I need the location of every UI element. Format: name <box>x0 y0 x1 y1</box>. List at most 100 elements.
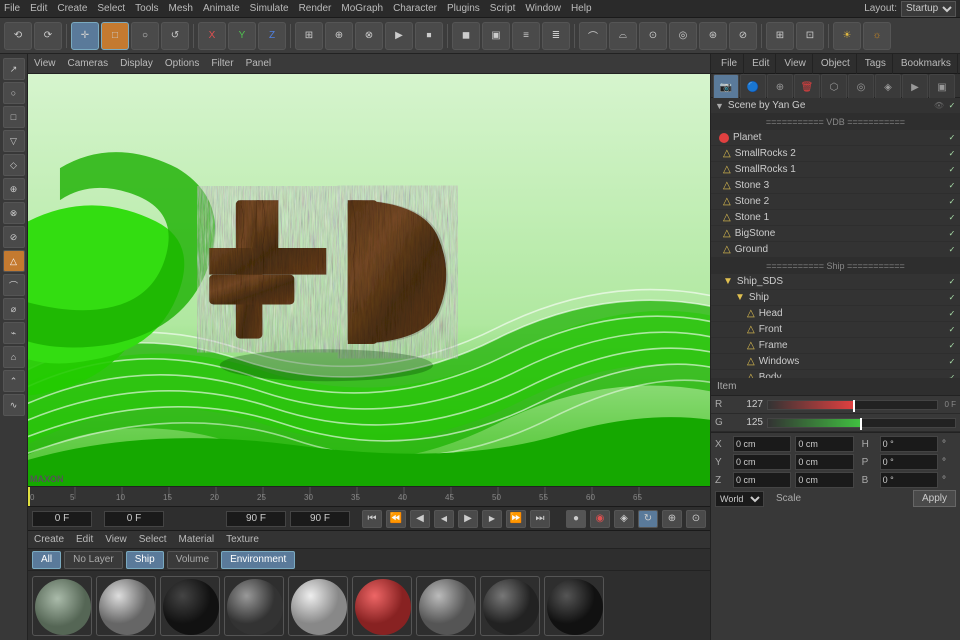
tree-item-ground[interactable]: △ Ground ✓ <box>711 242 960 258</box>
y-axis-btn[interactable]: Y <box>228 22 256 50</box>
vp-menu-display[interactable]: Display <box>120 58 153 69</box>
right-tab-edit[interactable]: Edit <box>746 54 776 74</box>
spline5-btn[interactable]: ⊛ <box>699 22 727 50</box>
menu-simulate[interactable]: Simulate <box>250 3 289 14</box>
left-tool-wave[interactable]: ∿ <box>3 394 25 416</box>
menu-create[interactable]: Create <box>57 3 87 14</box>
vis-eye[interactable]: 👁 <box>933 100 945 112</box>
tree-item-front[interactable]: △ Front ✓ <box>711 322 960 338</box>
vp-menu-cameras[interactable]: Cameras <box>68 58 109 69</box>
apply-button[interactable]: Apply <box>913 490 956 507</box>
cam1-btn[interactable]: ◼ <box>452 22 480 50</box>
vp-menu-panel[interactable]: Panel <box>246 58 272 69</box>
material-swatch-8[interactable] <box>480 576 540 636</box>
material-swatch-6[interactable] <box>352 576 412 636</box>
p-field[interactable]: 0 ° <box>880 454 938 470</box>
left-tool-fill[interactable]: △ <box>3 250 25 272</box>
left-tool-mag[interactable]: ⌀ <box>3 298 25 320</box>
transport-prev-btn[interactable]: ◀ <box>410 510 430 528</box>
material-swatch-4[interactable] <box>224 576 284 636</box>
r-icon-group[interactable]: ▣ <box>929 74 955 100</box>
z2-pos-field[interactable]: 0 cm <box>795 472 853 488</box>
x-axis-btn[interactable]: X <box>198 22 226 50</box>
z-pos-field[interactable]: 0 cm <box>733 472 791 488</box>
r-icon-geo[interactable]: ⬡ <box>821 74 847 100</box>
menu-file[interactable]: File <box>4 3 20 14</box>
light1-btn[interactable]: ☀ <box>833 22 861 50</box>
obj1-btn[interactable]: ⊞ <box>295 22 323 50</box>
material-swatch-9[interactable] <box>544 576 604 636</box>
material-swatch-5[interactable] <box>288 576 348 636</box>
left-tool-brush[interactable]: ⌒ <box>3 274 25 296</box>
left-tool-poly[interactable]: ◇ <box>3 154 25 176</box>
vis-check-s1[interactable]: ✓ <box>946 212 958 224</box>
mat-menu-edit[interactable]: Edit <box>76 534 93 545</box>
tree-item-ship-sds[interactable]: ▼ Ship_SDS ✓ <box>711 274 960 290</box>
obj4-btn[interactable]: ▶ <box>385 22 413 50</box>
r-icon-anim[interactable]: ▶ <box>902 74 928 100</box>
tree-item-ship[interactable]: ▼ Ship ✓ <box>711 290 960 306</box>
redo-btn[interactable]: ⟳ <box>34 22 62 50</box>
vp-menu-view[interactable]: View <box>34 58 56 69</box>
obj3-btn[interactable]: ⊗ <box>355 22 383 50</box>
transport-prev-frame-btn[interactable]: ◀ <box>434 510 454 528</box>
menu-tools[interactable]: Tools <box>135 3 158 14</box>
h-field[interactable]: 0 ° <box>880 436 938 452</box>
spline4-btn[interactable]: ◎ <box>669 22 697 50</box>
tree-item-head[interactable]: △ Head ✓ <box>711 306 960 322</box>
left-tool-tri[interactable]: ▽ <box>3 130 25 152</box>
deform1-btn[interactable]: ⊞ <box>766 22 794 50</box>
3d-viewport[interactable]: MAXON <box>28 74 710 486</box>
x-pos-field[interactable]: 0 cm <box>733 436 791 452</box>
vp-menu-options[interactable]: Options <box>165 58 199 69</box>
tree-item-smallrocks2[interactable]: △ SmallRocks 2 ✓ <box>711 146 960 162</box>
mat-menu-texture[interactable]: Texture <box>226 534 259 545</box>
material-swatch-1[interactable] <box>32 576 92 636</box>
right-tab-tags[interactable]: Tags <box>859 54 893 74</box>
transport-next-frame-btn[interactable]: ▶ <box>482 510 502 528</box>
tree-item-stone1[interactable]: △ Stone 1 ✓ <box>711 210 960 226</box>
mat-menu-material[interactable]: Material <box>179 534 215 545</box>
vis-check-front[interactable]: ✓ <box>946 324 958 336</box>
select-tool-btn[interactable]: ✛ <box>71 22 99 50</box>
end-frame-field1[interactable]: 90 F <box>226 511 286 527</box>
left-tool-move[interactable]: ⌁ <box>3 322 25 344</box>
vp-menu-filter[interactable]: Filter <box>211 58 233 69</box>
z-axis-btn[interactable]: Z <box>258 22 286 50</box>
g-channel-slider[interactable] <box>767 418 956 428</box>
cam3-btn[interactable]: ≡ <box>512 22 540 50</box>
rotate-tool-btn[interactable]: ↺ <box>161 22 189 50</box>
r-icon-render[interactable]: 🔵 <box>740 74 766 100</box>
vis-check-frame[interactable]: ✓ <box>946 340 958 352</box>
transport-loop-btn[interactable]: ↻ <box>638 510 658 528</box>
transport-autokey-btn[interactable]: ◉ <box>590 510 610 528</box>
undo-btn[interactable]: ⟲ <box>4 22 32 50</box>
mat-tab-environment[interactable]: Environment <box>221 551 295 569</box>
mat-menu-view[interactable]: View <box>105 534 127 545</box>
spline2-btn[interactable]: ⌓ <box>609 22 637 50</box>
timeline-ruler[interactable]: 0 5 10 15 20 25 30 35 40 <box>28 486 710 506</box>
left-tool-home[interactable]: ⌂ <box>3 346 25 368</box>
vis-check-gnd[interactable]: ✓ <box>946 244 958 256</box>
left-tool-arrow[interactable]: ↗ <box>3 58 25 80</box>
vis-check[interactable]: ✓ <box>946 100 958 112</box>
vis-check-s2[interactable]: ✓ <box>946 196 958 208</box>
start-frame-field[interactable]: 0 F <box>32 511 92 527</box>
menu-edit[interactable]: Edit <box>30 3 47 14</box>
scene-tree[interactable]: ▼ Scene by Yan Ge 👁 ✓ =========== VDB ==… <box>711 98 960 378</box>
tree-item-body[interactable]: △ Body ✓ <box>711 370 960 378</box>
move-tool-btn[interactable]: □ <box>101 22 129 50</box>
left-tool-circle[interactable]: ○ <box>3 82 25 104</box>
transport-prev-key-btn[interactable]: ⏪ <box>386 510 406 528</box>
left-tool-add[interactable]: ⊕ <box>3 178 25 200</box>
transport-first-btn[interactable]: ⏮ <box>362 510 382 528</box>
r-icon-mat[interactable]: ◎ <box>848 74 874 100</box>
tree-item-windows[interactable]: △ Windows ✓ <box>711 354 960 370</box>
vis-check-sr1[interactable]: ✓ <box>946 164 958 176</box>
obj5-btn[interactable]: ⏹ <box>415 22 443 50</box>
left-tool-sub[interactable]: ⊗ <box>3 202 25 224</box>
tree-item-frame[interactable]: △ Frame ✓ <box>711 338 960 354</box>
left-tool-div[interactable]: ⊘ <box>3 226 25 248</box>
material-swatch-7[interactable] <box>416 576 476 636</box>
transport-key-btn[interactable]: ◈ <box>614 510 634 528</box>
